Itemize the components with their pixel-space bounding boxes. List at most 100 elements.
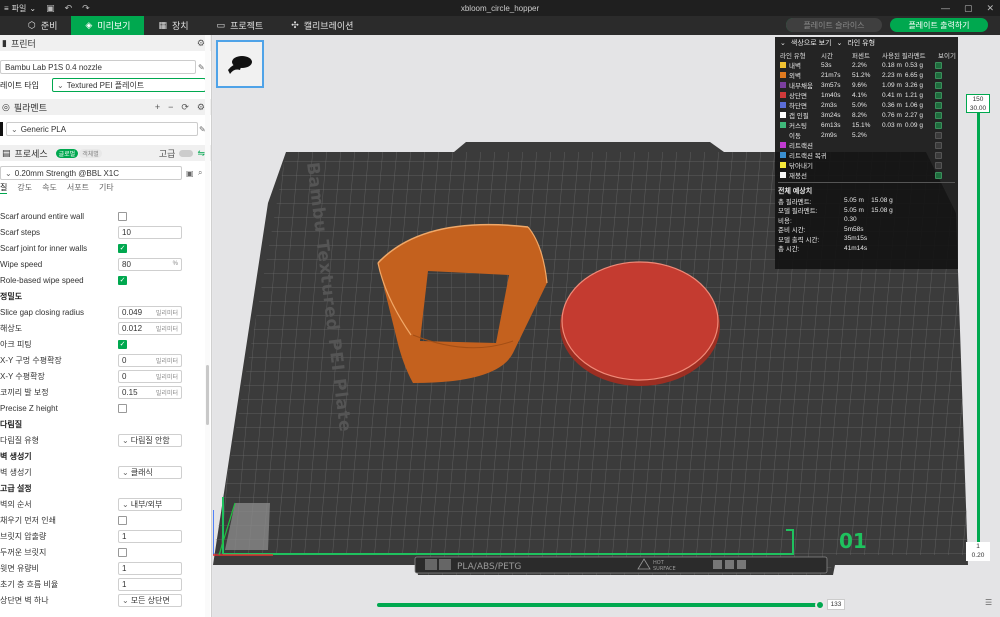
layer-slider-top-handle[interactable]: 150 30.00 (966, 94, 990, 113)
subtab-other[interactable]: 기타 (99, 182, 114, 193)
compare-icon[interactable]: ⇋ (197, 148, 205, 159)
top-layer-number: 150 (972, 96, 984, 103)
settings-icon[interactable]: ⚙ (197, 38, 205, 49)
legend-visibility-checkbox[interactable] (935, 81, 942, 89)
layer-slider-track[interactable] (977, 113, 980, 543)
sidebar-scrollbar-thumb[interactable] (206, 365, 209, 425)
minimize-icon[interactable]: — (941, 3, 950, 14)
disc-model[interactable] (560, 261, 720, 386)
param-select[interactable]: ⌄ 다림질 안함 (118, 433, 182, 447)
param-input[interactable]: 80% (118, 257, 182, 271)
param-row: 벽 생성기 ⌄ 클래식 (0, 464, 205, 480)
view-mode-label[interactable]: 색상으로 보기 (791, 38, 832, 48)
legend-visibility-checkbox[interactable] (935, 141, 942, 149)
param-checkbox[interactable]: ✓ (118, 275, 127, 285)
tab-project[interactable]: ▭ 프로젝트 (203, 16, 278, 35)
legend-pct: 51.2% (852, 71, 871, 79)
estimate-row: 총 시간: 41m14s (775, 244, 958, 254)
legend-divider (778, 182, 955, 183)
preview-icon: ◈ (85, 20, 93, 30)
tab-preview[interactable]: ◈ 미리보기 (71, 16, 145, 35)
printer-select[interactable]: Bambu Lab P1S 0.4 nozzle (0, 60, 196, 74)
close-icon[interactable]: ✕ (986, 3, 994, 14)
legend-used: 0.41 m 1.21 g (882, 92, 938, 99)
sync-icon[interactable]: ⟳ (181, 102, 189, 113)
param-label: Scarf around entire wall (0, 211, 85, 221)
add-icon[interactable]: + (155, 102, 160, 113)
param-select[interactable]: ⌄ 모든 상단면 (118, 593, 182, 607)
param-input[interactable]: 0 밀리미터 (118, 353, 182, 367)
param-select[interactable]: ⌄ 내부/외부 (118, 497, 182, 511)
legend-swatch (780, 102, 786, 108)
settings-icon[interactable]: ⚙ (197, 102, 205, 113)
subtab-support[interactable]: 서포트 (67, 182, 89, 193)
subtab-quality[interactable]: 질 (0, 182, 8, 194)
filament-color-swatch[interactable] (0, 122, 3, 136)
legend-visibility-checkbox[interactable] (935, 121, 942, 129)
param-select[interactable]: ⌄ 클래식 (118, 465, 182, 479)
plate-type-select[interactable]: ⌄ Textured PEI 플레이트 (52, 78, 206, 92)
subtab-strength[interactable]: 강도 (17, 182, 32, 193)
print-plate-button[interactable]: 플레이트 출력하기 (890, 18, 988, 32)
param-input[interactable]: 1 (118, 577, 182, 591)
param-input[interactable]: 0 밀리미터 (118, 369, 182, 383)
legend-visibility-checkbox[interactable] (935, 111, 942, 119)
param-checkbox[interactable]: ✓ (118, 339, 127, 349)
legend-visibility-checkbox[interactable] (935, 101, 942, 109)
tab-device[interactable]: ▦ 장치 (144, 16, 202, 35)
estimate-key: 모델 출력 시간: (778, 236, 820, 244)
legend-swatch (780, 92, 786, 98)
search-icon[interactable]: ⌕ (198, 168, 202, 178)
remove-icon[interactable]: − (168, 102, 173, 113)
file-menu[interactable]: ≡ 파일 ⌄ (0, 3, 36, 14)
move-slider-knob[interactable] (815, 600, 825, 610)
layer-slider-bottom-handle[interactable]: 1 0.20 (966, 542, 990, 561)
redo-icon[interactable]: ↷ (82, 3, 90, 14)
param-input[interactable]: 0.15 밀리미터 (118, 385, 182, 399)
param-checkbox[interactable]: ✓ (118, 243, 127, 253)
global-toggle[interactable]: 글로벌 (55, 148, 79, 158)
layer-menu-icon[interactable]: ☰ (985, 598, 992, 607)
param-label: 벽 생성기 (0, 467, 32, 477)
advanced-toggle[interactable] (179, 149, 194, 157)
param-checkbox[interactable] (118, 547, 127, 557)
legend-visibility-checkbox[interactable] (935, 91, 942, 99)
param-input[interactable]: 1 (118, 561, 182, 575)
param-input[interactable]: 0.049 밀리미터 (118, 305, 182, 319)
param-checkbox[interactable] (118, 211, 127, 221)
object-toggle[interactable]: 객체별 (79, 148, 102, 158)
plate-type-value: Textured PEI 플레이트 (66, 80, 145, 90)
tab-calibration[interactable]: ✣ 캘리브레이션 (277, 16, 367, 35)
move-slider-track[interactable] (377, 603, 820, 607)
param-input[interactable]: 1 (118, 529, 182, 543)
param-group-header: 정밀도 (0, 288, 205, 304)
legend-visibility-checkbox[interactable] (935, 171, 942, 179)
param-input[interactable]: 10 (118, 225, 182, 239)
maximize-icon[interactable]: ▢ (964, 3, 973, 14)
legend-visibility-checkbox[interactable] (935, 161, 942, 169)
legend-visibility-checkbox[interactable] (935, 151, 942, 159)
save-icon[interactable]: ▣ (186, 169, 194, 178)
edit-icon[interactable]: ✎ (198, 63, 205, 72)
filament-select[interactable]: ⌄ Generic PLA (6, 122, 198, 136)
chevron-down-icon[interactable]: ⌄ (780, 39, 786, 47)
legend-visibility-checkbox[interactable] (935, 71, 942, 79)
col-time: 시간 (821, 52, 833, 60)
process-preset-select[interactable]: ⌄ 0.20mm Strength @BBL X1C (0, 166, 182, 180)
legend-visibility-checkbox[interactable] (935, 131, 942, 139)
param-checkbox[interactable] (118, 515, 127, 525)
subtab-speed[interactable]: 속도 (42, 182, 57, 193)
param-value: 10 (122, 227, 131, 237)
estimate-value: 5.05 m 15.08 g (844, 206, 893, 214)
undo-icon[interactable]: ↶ (65, 3, 73, 14)
save-icon[interactable]: ▣ (46, 3, 55, 14)
legend-visibility-checkbox[interactable] (935, 61, 942, 69)
line-type-select[interactable]: 라인 유형 (847, 38, 875, 48)
sidebar-scrollbar[interactable] (205, 35, 210, 617)
slice-plate-button[interactable]: 플레이트 슬라이스 (786, 18, 882, 32)
param-input[interactable]: 0.012 밀리미터 (118, 321, 182, 335)
tab-prepare[interactable]: ⬡ 준비 (14, 16, 71, 35)
chevron-down-icon[interactable]: ⌄ (836, 39, 842, 47)
legend-row: 재봉선 (775, 170, 958, 180)
param-checkbox[interactable] (118, 403, 127, 413)
